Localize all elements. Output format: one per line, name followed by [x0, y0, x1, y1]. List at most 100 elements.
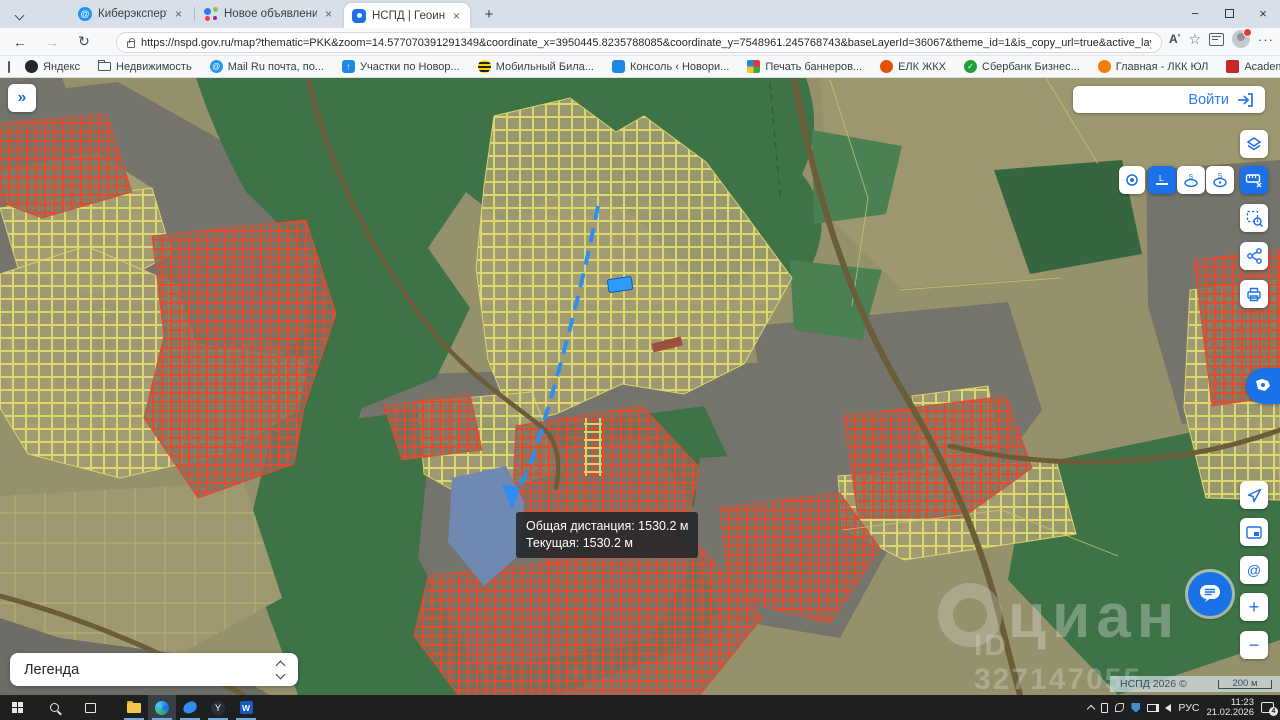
legend-panel[interactable]: Легенда	[10, 653, 298, 686]
print-service-icon	[747, 60, 760, 73]
at-icon: @	[1247, 562, 1261, 578]
minimize-button[interactable]: −	[1178, 0, 1212, 26]
maximize-icon	[1225, 9, 1234, 18]
layers-icon	[1246, 136, 1262, 152]
address-search-button[interactable]: @	[1240, 556, 1268, 584]
zoom-in-button[interactable]: +	[1240, 593, 1268, 621]
language-indicator[interactable]: РУС	[1178, 702, 1199, 714]
window-controls: − ×	[1178, 0, 1280, 26]
tab-search-dropdown[interactable]	[8, 6, 30, 24]
notification-center-icon[interactable]: 4	[1261, 702, 1274, 713]
beeline-icon	[478, 60, 491, 73]
ruler-close-icon	[1245, 172, 1263, 188]
point-icon	[1125, 173, 1139, 187]
bookmark-elk[interactable]: ЕЛК ЖКХ	[871, 60, 955, 73]
bookmark-sber[interactable]: ✓Сбербанк Бизнес...	[955, 60, 1089, 73]
chat-button[interactable]	[1188, 572, 1232, 616]
profile-avatar[interactable]	[1232, 30, 1250, 48]
taskbar-yandex-browser[interactable]: Y	[204, 695, 232, 720]
taskbar-explorer[interactable]	[120, 695, 148, 720]
minimap-icon	[1246, 526, 1262, 539]
onedrive-icon[interactable]	[1115, 703, 1124, 712]
plus-icon: +	[1249, 597, 1260, 618]
lkk-icon	[1098, 60, 1111, 73]
back-button[interactable]: ←	[8, 30, 32, 54]
expand-panel-button[interactable]: »	[8, 84, 36, 112]
minus-icon: −	[1249, 635, 1260, 656]
folder-icon	[98, 62, 111, 71]
collections-icon[interactable]	[1209, 33, 1224, 46]
address-bar[interactable]: https://nspd.gov.ru/map?thematic=PKK&zoo…	[116, 32, 1162, 53]
clock[interactable]: 11:23 21.02.2026	[1206, 698, 1254, 718]
measure-area-button[interactable]: S	[1177, 166, 1205, 194]
measure-circle-button[interactable]: S	[1206, 166, 1234, 194]
map-canvas[interactable]	[0, 78, 1280, 695]
tab-3-active[interactable]: НСПД | Геоинформационный пор ×	[344, 3, 470, 28]
spatial-search-button[interactable]	[1240, 204, 1268, 232]
tray-expand-icon[interactable]	[1087, 704, 1095, 712]
taskbar-word[interactable]: W	[232, 695, 260, 720]
notification-badge: 4	[1269, 707, 1278, 716]
pkk-panel-tab[interactable]	[1246, 368, 1280, 404]
bookmark-beeline[interactable]: Мобильный Била...	[469, 60, 603, 73]
tab-2[interactable]: Новое объявление — Объявлени ×	[196, 0, 342, 28]
usb-icon[interactable]	[1101, 703, 1108, 713]
tab-1[interactable]: @ Киберэксперт предупредил о сх ×	[70, 0, 192, 28]
edge-browser-icon	[155, 701, 169, 715]
start-button[interactable]	[4, 695, 32, 720]
bookmark-mailru[interactable]: @Mail Ru почта, по...	[201, 60, 333, 73]
zoom-out-button[interactable]: −	[1240, 631, 1268, 659]
taskbar-edge[interactable]	[148, 695, 176, 720]
tab-close-icon[interactable]: ×	[451, 10, 462, 22]
svg-text:L: L	[1159, 174, 1164, 183]
bookmark-yandex[interactable]: Яндекс	[16, 60, 89, 73]
layers-button[interactable]	[1240, 130, 1268, 158]
forward-button[interactable]: →	[40, 30, 64, 54]
bookmark-lkk[interactable]: Главная - ЛКК ЮЛ	[1089, 60, 1218, 73]
double-chevron-right-icon: »	[18, 89, 27, 107]
print-button[interactable]	[1240, 280, 1268, 308]
measure-toggle-button[interactable]	[1240, 166, 1268, 194]
login-button[interactable]: Войти	[1073, 86, 1265, 113]
bookmarks-bar: Яндекс Недвижимость @Mail Ru почта, по..…	[0, 56, 1280, 78]
more-menu-icon[interactable]: ···	[1258, 32, 1274, 47]
measure-length-button[interactable]: L	[1148, 166, 1176, 194]
tab-close-icon[interactable]: ×	[323, 8, 334, 20]
refresh-button[interactable]: ↻	[72, 30, 96, 54]
lock-icon	[127, 41, 135, 48]
length-icon: L	[1154, 172, 1170, 188]
system-tray: РУС 11:23 21.02.2026 4	[1088, 698, 1280, 718]
close-window-button[interactable]: ×	[1246, 0, 1280, 26]
bookmark-nedvizhimost[interactable]: Недвижимость	[89, 61, 201, 73]
bookmark-konsol[interactable]: Консоль ‹ Новори...	[603, 60, 738, 73]
taskbar-paint[interactable]	[176, 695, 204, 720]
maximize-button[interactable]	[1212, 0, 1246, 26]
polygon-search-icon	[1246, 210, 1263, 227]
tab-title: Новое объявление — Объявлени	[224, 8, 317, 20]
legend-expand-icon[interactable]	[277, 662, 284, 678]
elk-icon	[880, 60, 893, 73]
tab-close-icon[interactable]: ×	[173, 8, 184, 20]
favorite-star-icon[interactable]: ☆	[1188, 31, 1201, 48]
sidebar-toggle-icon[interactable]	[8, 61, 10, 73]
bookmark-academy[interactable]: Academy Stars 1 P...	[1217, 60, 1280, 73]
desktop-screen: @ Киберэксперт предупредил о сх × Новое …	[0, 0, 1280, 720]
read-aloud-icon[interactable]: Aⁿ	[1169, 32, 1180, 46]
locate-me-button[interactable]	[1240, 481, 1268, 509]
security-shield-icon[interactable]	[1131, 703, 1140, 713]
bookmark-uchastki[interactable]: ↑Участки по Новор...	[333, 60, 469, 73]
mail-at-icon: @	[210, 60, 223, 73]
taskbar-search-button[interactable]	[40, 695, 68, 720]
share-button[interactable]	[1240, 242, 1268, 270]
volume-icon[interactable]	[1165, 704, 1171, 712]
bookmark-pechat[interactable]: Печать баннеров...	[738, 60, 871, 73]
task-view-icon	[85, 703, 96, 713]
blue-site-icon	[612, 60, 625, 73]
task-view-button[interactable]	[76, 695, 104, 720]
sber-check-icon: ✓	[964, 60, 977, 73]
print-icon	[1246, 287, 1262, 302]
minimap-button[interactable]	[1240, 518, 1268, 546]
url-text: https://nspd.gov.ru/map?thematic=PKK&zoo…	[141, 37, 1151, 49]
new-tab-button[interactable]: +	[478, 4, 500, 24]
measure-point-button[interactable]	[1119, 166, 1145, 194]
